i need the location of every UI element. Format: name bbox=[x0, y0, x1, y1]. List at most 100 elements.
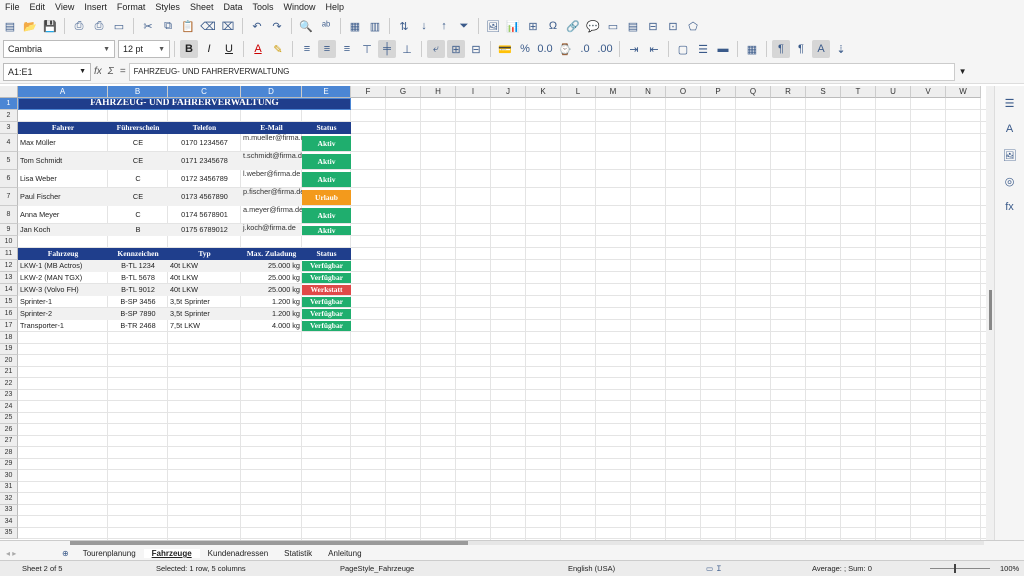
menu-item-insert[interactable]: Insert bbox=[79, 2, 112, 12]
pivot-table-icon[interactable]: ⊞ bbox=[524, 17, 542, 35]
driver-phone-cell[interactable]: 0174 5678901 bbox=[168, 206, 241, 224]
vehicle-status-cell[interactable]: Verfügbar bbox=[302, 273, 351, 283]
driver-status-cell[interactable]: Aktiv bbox=[302, 154, 351, 169]
align-center-icon[interactable]: ≡ bbox=[318, 40, 336, 58]
column-header-t[interactable]: T bbox=[841, 86, 876, 98]
driver-email-cell[interactable]: p.fischer@firma.de bbox=[241, 188, 302, 206]
vehicle-status-cell[interactable]: Verfügbar bbox=[302, 309, 351, 319]
print-preview-icon[interactable]: ▭ bbox=[110, 17, 128, 35]
driver-header[interactable]: Fahrer bbox=[18, 122, 108, 134]
row-header-33[interactable]: 33 bbox=[0, 504, 18, 516]
name-box[interactable]: A1:E1 ▼ bbox=[3, 62, 91, 81]
currency-format-icon[interactable]: 💳 bbox=[496, 40, 514, 58]
driver-email-cell[interactable]: a.meyer@firma.de bbox=[241, 206, 302, 224]
increase-indent-icon[interactable]: ⇥ bbox=[625, 40, 643, 58]
special-character-icon[interactable]: Ω bbox=[544, 17, 562, 35]
vehicle-status-cell[interactable]: Verfügbar bbox=[302, 321, 351, 331]
driver-status-cell[interactable]: Aktiv bbox=[302, 226, 351, 235]
vehicle-type-cell[interactable]: 40t LKW bbox=[168, 272, 241, 284]
row-header-15[interactable]: 15 bbox=[0, 296, 18, 308]
paste-icon[interactable]: 📋 bbox=[179, 17, 197, 35]
row-header-28[interactable]: 28 bbox=[0, 447, 18, 459]
sheet-tab-statistik[interactable]: Statistik bbox=[276, 549, 320, 558]
vertical-scroll-thumb[interactable] bbox=[989, 290, 992, 330]
column-header-d[interactable]: D bbox=[241, 86, 302, 98]
row-header-30[interactable]: 30 bbox=[0, 470, 18, 482]
vehicle-header[interactable]: Fahrzeug bbox=[18, 248, 108, 260]
row-header-27[interactable]: 27 bbox=[0, 435, 18, 447]
vehicle-plate-cell[interactable]: B-TL 1234 bbox=[108, 260, 168, 272]
vehicle-load-cell[interactable]: 25.000 kg bbox=[241, 260, 302, 272]
column-header-b[interactable]: B bbox=[108, 86, 168, 98]
menu-item-sheet[interactable]: Sheet bbox=[185, 2, 219, 12]
new-document-icon[interactable]: ▤ bbox=[1, 17, 19, 35]
driver-name-cell[interactable]: Lisa Weber bbox=[18, 170, 108, 188]
sheet-title[interactable]: FAHRZEUG- UND FAHRERVERWALTUNG bbox=[18, 98, 351, 110]
driver-phone-cell[interactable]: 0170 1234567 bbox=[168, 134, 241, 152]
row-header-29[interactable]: 29 bbox=[0, 458, 18, 470]
vehicle-header[interactable]: Typ bbox=[168, 248, 241, 260]
formula-icon[interactable]: = bbox=[120, 66, 126, 77]
horizontal-scroll-thumb[interactable] bbox=[70, 541, 468, 545]
driver-name-cell[interactable]: Max Müller bbox=[18, 134, 108, 152]
driver-phone-cell[interactable]: 0175 6789012 bbox=[168, 224, 241, 236]
function-wizard-icon[interactable]: fx bbox=[94, 66, 102, 77]
row-header-18[interactable]: 18 bbox=[0, 332, 18, 344]
insert-image-icon[interactable]: 🖼 bbox=[484, 17, 502, 35]
percent-format-icon[interactable]: % bbox=[516, 40, 534, 58]
row-header-13[interactable]: 13 bbox=[0, 272, 18, 284]
split-window-icon[interactable]: ⊡ bbox=[664, 17, 682, 35]
styles-icon[interactable]: A bbox=[1001, 120, 1019, 138]
row-header-11[interactable]: 11 bbox=[0, 248, 18, 260]
font-name-combo[interactable]: Cambria ▼ bbox=[3, 40, 115, 58]
undo-icon[interactable]: ↶ bbox=[248, 17, 266, 35]
row-header-17[interactable]: 17 bbox=[0, 320, 18, 332]
row-header-21[interactable]: 21 bbox=[0, 366, 18, 378]
column-header-j[interactable]: J bbox=[491, 86, 526, 98]
border-style-icon[interactable]: ☰ bbox=[694, 40, 712, 58]
vehicle-name-cell[interactable]: Transporter-1 bbox=[18, 320, 108, 332]
sum-icon[interactable]: Σ bbox=[108, 66, 114, 77]
driver-license-cell[interactable]: CE bbox=[108, 152, 168, 170]
font-size-combo[interactable]: 12 pt ▼ bbox=[118, 40, 170, 58]
vehicle-plate-cell[interactable]: B-SP 7890 bbox=[108, 308, 168, 320]
language-indicator[interactable]: English (USA) bbox=[568, 564, 615, 573]
column-header-q[interactable]: Q bbox=[736, 86, 771, 98]
vehicle-type-cell[interactable]: 3,5t Sprinter bbox=[168, 308, 241, 320]
driver-email-cell[interactable]: m.mueller@firma.de bbox=[241, 134, 302, 152]
center-vertically-icon[interactable]: ╪ bbox=[378, 40, 396, 58]
merge-center-icon[interactable]: ⊞ bbox=[447, 40, 465, 58]
vehicle-name-cell[interactable]: Sprinter-2 bbox=[18, 308, 108, 320]
driver-status-cell[interactable]: Urlaub bbox=[302, 190, 351, 205]
column-header-k[interactable]: K bbox=[526, 86, 561, 98]
column-header-e[interactable]: E bbox=[302, 86, 351, 98]
column-header-o[interactable]: O bbox=[666, 86, 701, 98]
driver-name-cell[interactable]: Anna Meyer bbox=[18, 206, 108, 224]
clone-formatting-icon[interactable]: ⌫ bbox=[199, 17, 217, 35]
right-to-left-icon[interactable]: ¶ bbox=[792, 40, 810, 58]
row-header-10[interactable]: 10 bbox=[0, 236, 18, 248]
find-replace-icon[interactable]: 🔍 bbox=[297, 17, 315, 35]
vehicle-load-cell[interactable]: 1.200 kg bbox=[241, 308, 302, 320]
driver-email-cell[interactable]: l.weber@firma.de bbox=[241, 170, 302, 188]
add-sheet-icon[interactable]: ⊕ bbox=[62, 549, 69, 558]
hyperlink-icon[interactable]: 🔗 bbox=[564, 17, 582, 35]
clear-formatting-icon[interactable]: ⌧ bbox=[219, 17, 237, 35]
define-print-area-icon[interactable]: ▤ bbox=[624, 17, 642, 35]
properties-icon[interactable]: ☰ bbox=[1001, 94, 1019, 112]
navigator-icon[interactable]: ◎ bbox=[1001, 172, 1019, 190]
driver-status-cell[interactable]: Aktiv bbox=[302, 172, 351, 187]
column-header-u[interactable]: U bbox=[876, 86, 911, 98]
column-header-i[interactable]: I bbox=[456, 86, 491, 98]
vehicle-header[interactable]: Status bbox=[302, 248, 351, 260]
driver-license-cell[interactable]: C bbox=[108, 206, 168, 224]
zoom-slider-handle[interactable] bbox=[954, 564, 956, 573]
text-orientation-icon[interactable]: A bbox=[812, 40, 830, 58]
sort-descending-icon[interactable]: ↑ bbox=[435, 17, 453, 35]
spelling-icon[interactable]: ᵃᵇ bbox=[317, 17, 335, 35]
driver-header[interactable]: Führerschein bbox=[108, 122, 168, 134]
row-header-16[interactable]: 16 bbox=[0, 308, 18, 320]
row-header-14[interactable]: 14 bbox=[0, 284, 18, 296]
row-header-25[interactable]: 25 bbox=[0, 412, 18, 424]
vehicle-name-cell[interactable]: LKW-3 (Volvo FH) bbox=[18, 284, 108, 296]
